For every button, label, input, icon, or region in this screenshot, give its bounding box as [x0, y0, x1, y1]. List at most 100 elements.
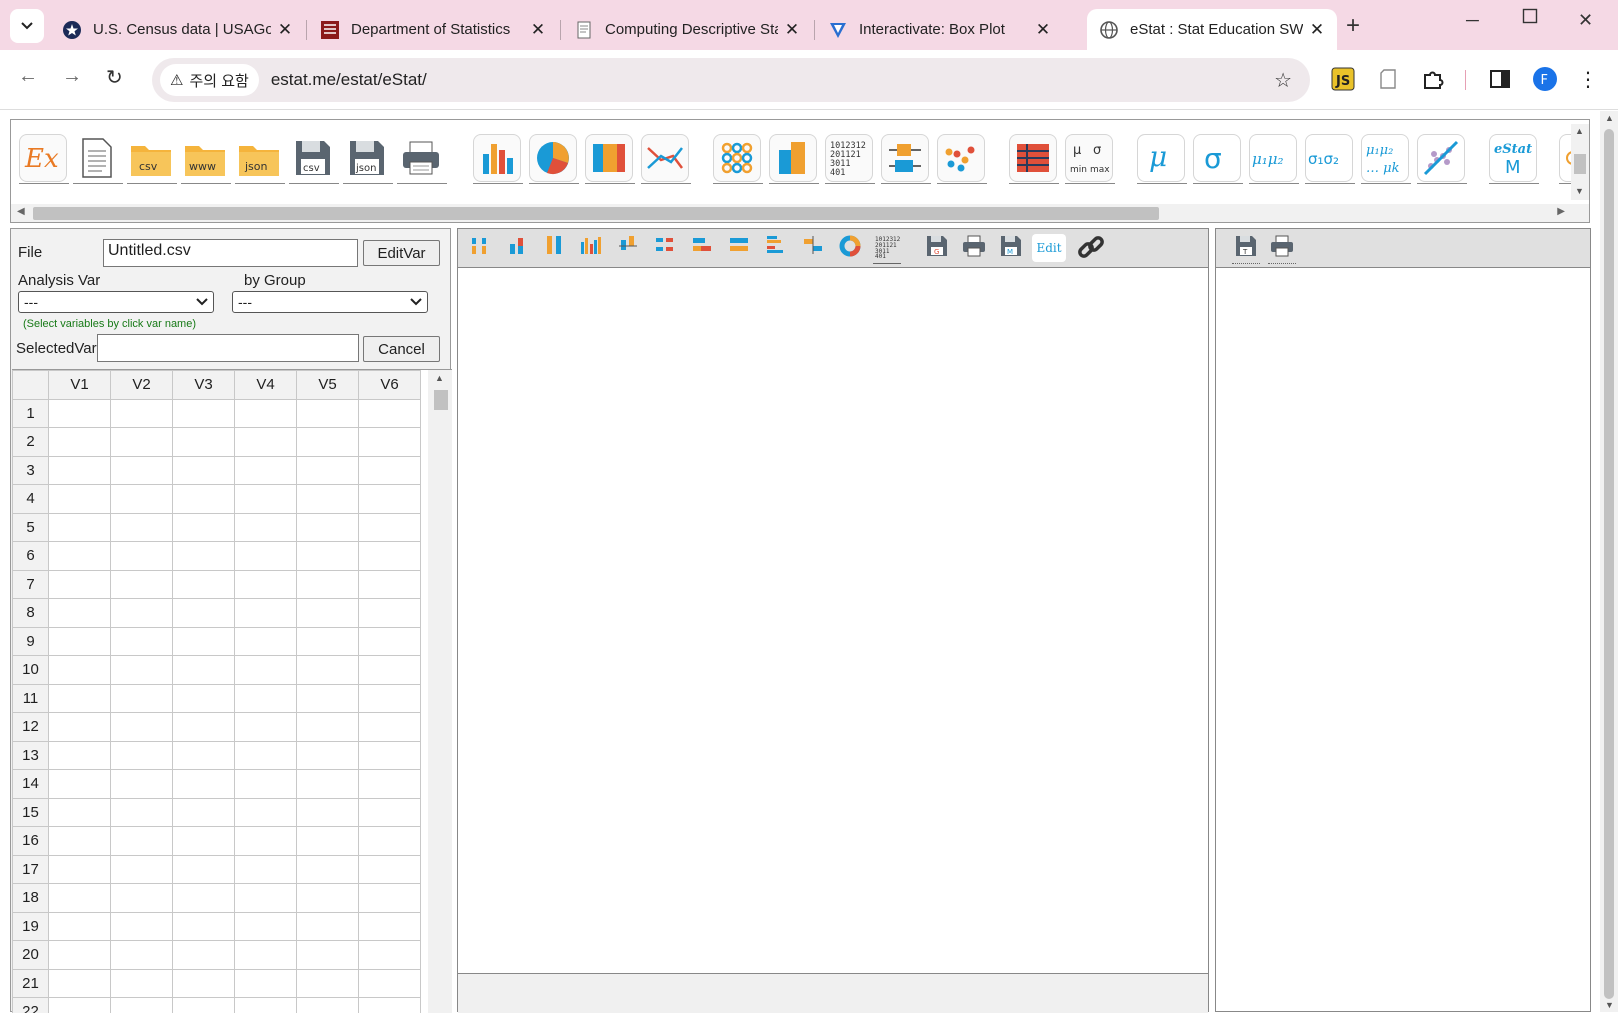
- data-cell[interactable]: [173, 713, 235, 742]
- data-cell[interactable]: [297, 656, 359, 685]
- data-cell[interactable]: [297, 912, 359, 941]
- tab-search-button[interactable]: [10, 9, 44, 43]
- data-cell[interactable]: [173, 798, 235, 827]
- data-cell[interactable]: [111, 684, 173, 713]
- new-tab-icon[interactable]: +: [1346, 12, 1360, 40]
- data-cell[interactable]: [111, 456, 173, 485]
- data-cell[interactable]: [173, 884, 235, 913]
- data-cell[interactable]: [235, 827, 297, 856]
- data-cell[interactable]: [359, 998, 421, 1013]
- data-cell[interactable]: [49, 713, 111, 742]
- open-json-button[interactable]: json: [235, 134, 285, 184]
- data-cell[interactable]: [173, 684, 235, 713]
- data-cell[interactable]: [297, 599, 359, 628]
- link-icon[interactable]: [1075, 234, 1107, 264]
- data-cell[interactable]: [359, 399, 421, 428]
- column-header-v4[interactable]: V4: [235, 371, 297, 400]
- histogram-button[interactable]: [769, 134, 819, 184]
- data-cell[interactable]: [49, 627, 111, 656]
- grid-scrollbar[interactable]: ▲: [428, 370, 452, 1013]
- data-cell[interactable]: [173, 998, 235, 1013]
- data-cell[interactable]: [49, 485, 111, 514]
- data-cell[interactable]: [297, 513, 359, 542]
- column-header-v5[interactable]: V5: [297, 371, 359, 400]
- data-cell[interactable]: [49, 884, 111, 913]
- column-header-v1[interactable]: V1: [49, 371, 111, 400]
- tab-computing-descriptive[interactable]: Computing Descriptive Statistics ✕: [562, 9, 812, 50]
- data-cell[interactable]: [359, 770, 421, 799]
- open-www-button[interactable]: www: [181, 134, 231, 184]
- data-cell[interactable]: [359, 684, 421, 713]
- horizontal-side-by-side-icon[interactable]: [762, 234, 790, 264]
- data-cell[interactable]: [359, 627, 421, 656]
- data-cell[interactable]: [297, 570, 359, 599]
- close-icon[interactable]: ✕: [784, 20, 800, 40]
- data-cell[interactable]: [359, 855, 421, 884]
- frequency-table-icon[interactable]: 10123122011213011401: [873, 234, 901, 264]
- back-icon[interactable]: ←: [18, 65, 38, 88]
- horizontal-ratio-bar-icon[interactable]: [725, 234, 753, 264]
- tab-interactivate-box-plot[interactable]: Interactivate: Box Plot ✕: [816, 9, 1063, 50]
- data-cell[interactable]: [173, 485, 235, 514]
- analysis-var-select[interactable]: ---: [18, 291, 214, 313]
- close-icon[interactable]: ✕: [277, 20, 293, 40]
- horizontal-separated-bar-icon[interactable]: [651, 234, 679, 264]
- data-cell[interactable]: [111, 969, 173, 998]
- data-cell[interactable]: [235, 399, 297, 428]
- data-cell[interactable]: [111, 542, 173, 571]
- data-cell[interactable]: [111, 998, 173, 1013]
- data-cell[interactable]: [359, 713, 421, 742]
- maximize-icon[interactable]: [1522, 8, 1538, 29]
- data-cell[interactable]: [359, 542, 421, 571]
- data-cell[interactable]: [49, 969, 111, 998]
- data-cell[interactable]: [297, 884, 359, 913]
- data-cell[interactable]: [297, 770, 359, 799]
- print-graph-icon[interactable]: [960, 234, 988, 264]
- side-by-side-bar-icon[interactable]: [577, 234, 605, 264]
- close-icon[interactable]: ✕: [530, 20, 546, 40]
- test-sigma12-button[interactable]: σ₁σ₂: [1305, 134, 1355, 184]
- column-header-v3[interactable]: V3: [173, 371, 235, 400]
- bar-graph-button[interactable]: [473, 134, 523, 184]
- data-cell[interactable]: [49, 770, 111, 799]
- forward-icon[interactable]: →: [62, 65, 82, 88]
- tab-usagov[interactable]: U.S. Census data | USAGov ✕: [50, 9, 305, 50]
- data-cell[interactable]: [173, 513, 235, 542]
- data-cell[interactable]: [49, 827, 111, 856]
- box-plot-button[interactable]: [881, 134, 931, 184]
- window-close-icon[interactable]: ✕: [1578, 10, 1593, 31]
- pie-chart-button[interactable]: [529, 134, 579, 184]
- data-cell[interactable]: [359, 485, 421, 514]
- data-cell[interactable]: [297, 542, 359, 571]
- horizontal-stacked-bar-icon[interactable]: [688, 234, 716, 264]
- data-cell[interactable]: [297, 485, 359, 514]
- band-graph-button[interactable]: [585, 134, 635, 184]
- data-cell[interactable]: [49, 399, 111, 428]
- data-cell[interactable]: [173, 827, 235, 856]
- data-cell[interactable]: [173, 969, 235, 998]
- selected-var-input[interactable]: [97, 334, 359, 362]
- estatm-button[interactable]: eStatM: [1489, 134, 1539, 184]
- test-anova-button[interactable]: μ₁μ₂… μk: [1361, 134, 1411, 184]
- data-cell[interactable]: [49, 656, 111, 685]
- data-cell[interactable]: [111, 798, 173, 827]
- data-cell[interactable]: [49, 570, 111, 599]
- data-cell[interactable]: [111, 770, 173, 799]
- data-cell[interactable]: [235, 941, 297, 970]
- test-mu-button[interactable]: μ: [1137, 134, 1187, 184]
- data-cell[interactable]: [173, 741, 235, 770]
- data-cell[interactable]: [359, 599, 421, 628]
- iconbar-vertical-scrollbar[interactable]: ▲ ▼: [1571, 124, 1589, 200]
- save-json-button[interactable]: json: [343, 134, 393, 184]
- data-cell[interactable]: [235, 542, 297, 571]
- data-cell[interactable]: [111, 855, 173, 884]
- data-cell[interactable]: [49, 428, 111, 457]
- data-cell[interactable]: [359, 969, 421, 998]
- data-cell[interactable]: [297, 998, 359, 1013]
- dot-graph-button[interactable]: [713, 134, 763, 184]
- save-log-icon[interactable]: T: [1232, 234, 1260, 264]
- security-warning-chip[interactable]: ⚠ 주의 요함: [160, 64, 259, 96]
- data-cell[interactable]: [173, 570, 235, 599]
- data-cell[interactable]: [297, 399, 359, 428]
- data-cell[interactable]: [359, 827, 421, 856]
